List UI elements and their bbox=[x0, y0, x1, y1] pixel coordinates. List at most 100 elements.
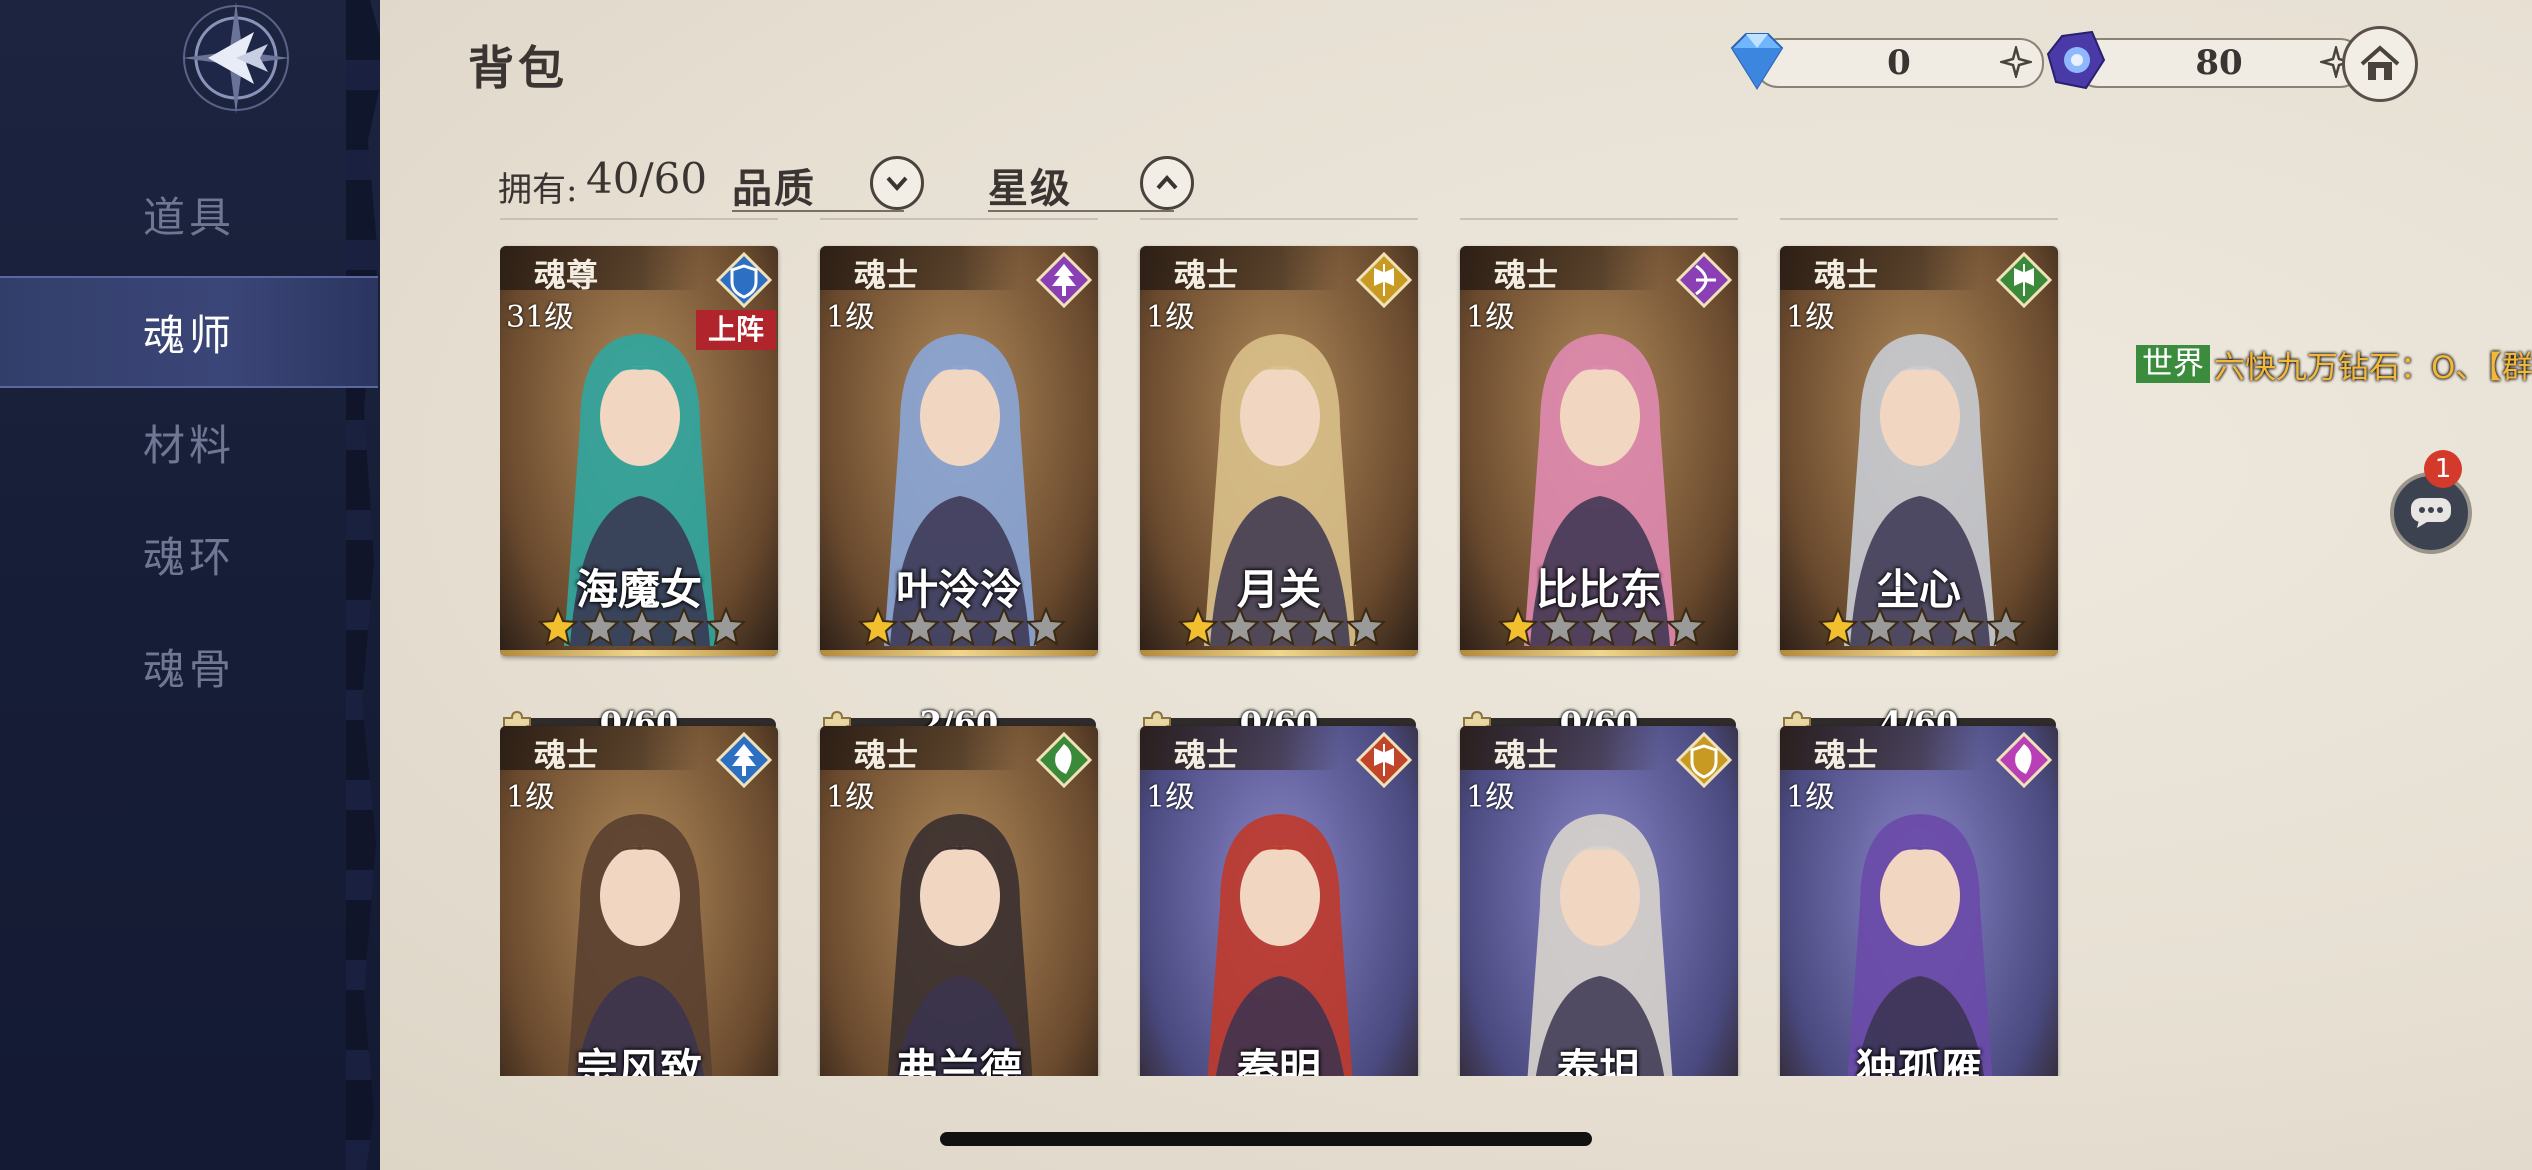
compass-emblem-icon[interactable] bbox=[136, 0, 336, 125]
star-empty-icon bbox=[900, 606, 940, 646]
world-chat-message: 六快九万钻石：O、【群】 bbox=[2214, 349, 2532, 386]
add-diamond-icon[interactable] bbox=[2000, 46, 2032, 78]
star-empty-icon bbox=[1624, 606, 1664, 646]
card-rank-banner: 魂士 bbox=[1460, 246, 1660, 294]
card-gold-trim bbox=[820, 650, 1098, 656]
card-rank: 魂士 bbox=[1494, 736, 1559, 774]
star-empty-icon bbox=[1860, 606, 1900, 646]
star-filter[interactable]: 星级 bbox=[988, 152, 1194, 212]
card-rank-banner: 魂士 bbox=[820, 726, 1020, 774]
star-empty-icon bbox=[1902, 606, 1942, 646]
star-filled-icon bbox=[1498, 606, 1538, 646]
soul-master-grid[interactable]: 魂尊 31级 上阵 海魔女 0/60 魂士 1级 叶泠泠 2/60 魂士 1级 … bbox=[500, 212, 2460, 1076]
star-empty-icon bbox=[664, 606, 704, 646]
card-name: 独孤雁 bbox=[1855, 1045, 1982, 1076]
card-level: 1级 bbox=[1466, 780, 1516, 815]
star-empty-icon bbox=[1220, 606, 1260, 646]
chat-unread-badge: 1 bbox=[2424, 450, 2462, 488]
card-gold-trim bbox=[1460, 650, 1738, 656]
sidebar-item-soul-rings[interactable]: 魂环 bbox=[0, 500, 378, 608]
card-level: 1级 bbox=[1466, 300, 1516, 335]
card-rank-banner: 魂士 bbox=[500, 726, 700, 774]
card-stars bbox=[538, 606, 746, 646]
star-empty-icon bbox=[942, 606, 982, 646]
clipped-card-row-bottom bbox=[820, 212, 1098, 220]
main-panel: 背包 0 80 拥有: 40/60 品质 星级 魂尊 31级 上阵 海魔女 0/… bbox=[380, 0, 2532, 1170]
star-empty-icon bbox=[1262, 606, 1302, 646]
star-empty-icon bbox=[1540, 606, 1580, 646]
star-filled-icon bbox=[1178, 606, 1218, 646]
card-rank-banner: 魂士 bbox=[1460, 726, 1660, 774]
star-empty-icon bbox=[622, 606, 662, 646]
star-filled-icon bbox=[538, 606, 578, 646]
sidebar-item-soul-bones[interactable]: 魂骨 bbox=[0, 612, 378, 720]
card-rank-banner: 魂士 bbox=[1780, 726, 1980, 774]
card-stars bbox=[1178, 606, 1386, 646]
card-level: 1级 bbox=[1146, 780, 1196, 815]
card-rank: 魂士 bbox=[854, 736, 919, 774]
soul-master-card[interactable]: 魂尊 31级 上阵 海魔女 bbox=[500, 246, 778, 656]
card-level: 1级 bbox=[506, 780, 556, 815]
soul-master-card[interactable]: 魂士 1级 泰坦 bbox=[1460, 726, 1738, 1076]
diamond-icon bbox=[1730, 33, 1784, 90]
character-portrait bbox=[1207, 814, 1353, 1076]
card-rank-banner: 魂士 bbox=[1780, 246, 1980, 294]
card-rank: 魂士 bbox=[1174, 256, 1239, 294]
home-button[interactable] bbox=[2342, 26, 2418, 102]
home-indicator[interactable] bbox=[940, 1132, 1592, 1146]
card-class-badge-icon bbox=[1356, 732, 1412, 788]
star-filter-label: 星级 bbox=[988, 165, 1072, 212]
soul-master-card[interactable]: 魂士 1级 比比东 bbox=[1460, 246, 1738, 656]
diamond-amount: 0 bbox=[1887, 43, 1911, 83]
world-channel-tag: 世界 bbox=[2136, 345, 2210, 383]
character-portrait bbox=[887, 814, 1033, 1076]
sidebar-item-materials[interactable]: 材料 bbox=[0, 388, 378, 496]
world-chat-ticker[interactable]: 世界 六快九万钻石：O、【群】 bbox=[2136, 344, 2532, 386]
card-rank: 魂士 bbox=[1174, 736, 1239, 774]
clipped-card-row-bottom bbox=[500, 212, 778, 220]
soul-master-card[interactable]: 魂士 1级 宗风致 bbox=[500, 726, 778, 1076]
card-rank: 魂士 bbox=[534, 736, 599, 774]
card-gold-trim bbox=[1140, 650, 1418, 656]
card-rank-banner: 魂尊 bbox=[500, 246, 700, 294]
owned-label: 拥有: bbox=[498, 170, 578, 210]
star-sort-button[interactable] bbox=[1140, 156, 1194, 210]
clipped-card-row-bottom bbox=[1460, 212, 1738, 220]
character-portrait bbox=[567, 814, 713, 1076]
crystal-amount: 80 bbox=[2195, 43, 2243, 83]
star-empty-icon bbox=[984, 606, 1024, 646]
card-class-badge-icon bbox=[1676, 252, 1732, 308]
card-name: 宗风致 bbox=[575, 1045, 702, 1076]
card-level: 1级 bbox=[826, 300, 876, 335]
chat-bubble-icon bbox=[2411, 498, 2451, 528]
quality-filter[interactable]: 品质 bbox=[732, 152, 924, 212]
sidebar: 道具 魂师 材料 魂环 魂骨 bbox=[0, 0, 380, 1170]
star-empty-icon bbox=[1666, 606, 1706, 646]
star-empty-icon bbox=[1304, 606, 1344, 646]
card-rank-banner: 魂士 bbox=[1140, 726, 1340, 774]
home-icon bbox=[2360, 45, 2400, 80]
diamond-currency: 0 bbox=[1730, 33, 2044, 90]
on-team-tag: 上阵 bbox=[696, 310, 776, 350]
card-rank-banner: 魂士 bbox=[1140, 246, 1340, 294]
card-rank: 魂尊 bbox=[534, 256, 599, 294]
character-portrait bbox=[1527, 814, 1673, 1076]
card-name: 泰坦 bbox=[1556, 1045, 1641, 1076]
star-empty-icon bbox=[1986, 606, 2026, 646]
soul-master-card[interactable]: 魂士 1级 月关 bbox=[1140, 246, 1418, 656]
soul-master-card[interactable]: 魂士 1级 秦明 bbox=[1140, 726, 1418, 1076]
card-stars bbox=[1498, 606, 1706, 646]
card-level: 1级 bbox=[1146, 300, 1196, 335]
card-name: 秦明 bbox=[1236, 1045, 1321, 1076]
card-gold-trim bbox=[1780, 650, 2058, 656]
card-stars bbox=[858, 606, 1066, 646]
sidebar-item-soul-masters[interactable]: 魂师 bbox=[0, 276, 378, 388]
soul-master-card[interactable]: 魂士 1级 弗兰德 bbox=[820, 726, 1098, 1076]
quality-sort-button[interactable] bbox=[870, 156, 924, 210]
soul-master-card[interactable]: 魂士 1级 叶泠泠 bbox=[820, 246, 1098, 656]
sidebar-item-items[interactable]: 道具 bbox=[0, 160, 378, 268]
soul-master-card[interactable]: 魂士 1级 独孤雁 bbox=[1780, 726, 2058, 1076]
chevron-down-icon bbox=[886, 176, 908, 191]
card-gold-trim bbox=[500, 650, 778, 656]
soul-master-card[interactable]: 魂士 1级 尘心 bbox=[1780, 246, 2058, 656]
